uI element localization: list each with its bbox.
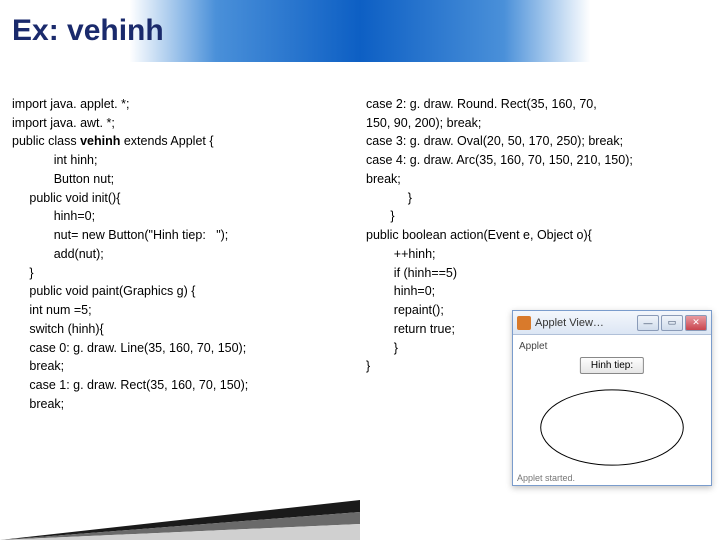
code-line: extends Applet { (124, 134, 214, 148)
code-line: repaint(); (394, 303, 444, 317)
code-line: switch (hinh){ (29, 322, 103, 336)
applet-title-text: Applet View… (535, 317, 604, 329)
code-class-name: vehinh (80, 134, 124, 148)
code-line: nut= new Button("Hinh tiep: "); (54, 228, 229, 242)
applet-body: Applet Hinh tiep: Applet started. (513, 335, 711, 485)
code-line: add(nut); (54, 247, 104, 261)
applet-status: Applet started. (517, 473, 575, 483)
code-line: import java. awt. *; (12, 116, 115, 130)
code-line: public boolean action(Event e, Object o)… (366, 228, 592, 242)
code-line: return true; (394, 322, 455, 336)
code-line: Button nut; (54, 172, 114, 186)
applet-viewer-window: Applet View… — ▭ ✕ Applet Hinh tiep: App… (512, 310, 712, 486)
applet-body-label: Applet (519, 341, 547, 352)
code-line: } (394, 341, 398, 355)
code-line: case 3: g. draw. Oval(20, 50, 170, 250);… (366, 134, 623, 148)
java-icon (517, 316, 531, 330)
code-line: if (hinh==5) (394, 266, 457, 280)
code-line: case 2: g. draw. Round. Rect(35, 160, 70… (366, 97, 597, 111)
code-line: break; (366, 172, 401, 186)
code-line: case 0: g. draw. Line(35, 160, 70, 150); (29, 341, 246, 355)
code-line: hinh=0; (394, 284, 435, 298)
code-line: int hinh; (54, 153, 98, 167)
code-line: case 1: g. draw. Rect(35, 160, 70, 150); (29, 378, 248, 392)
close-button[interactable]: ✕ (685, 315, 707, 331)
code-line: public void init(){ (29, 191, 120, 205)
code-line: import java. applet. *; (12, 97, 129, 111)
oval-shape (513, 383, 711, 472)
code-line: 150, 90, 200); break; (366, 116, 481, 130)
code-column-left: import java. applet. *; import java. awt… (12, 76, 352, 414)
maximize-button[interactable]: ▭ (661, 315, 683, 331)
applet-titlebar[interactable]: Applet View… — ▭ ✕ (513, 311, 711, 335)
code-line: int num =5; (29, 303, 91, 317)
window-buttons: — ▭ ✕ (637, 315, 707, 331)
code-line: break; (29, 397, 64, 411)
next-shape-button[interactable]: Hinh tiep: (580, 357, 644, 374)
code-line: } (408, 191, 412, 205)
code-line: case 4: g. draw. Arc(35, 160, 70, 150, 2… (366, 153, 633, 167)
slide-header: Ex: vehinh (0, 0, 720, 62)
code-line: } (390, 209, 394, 223)
code-line: break; (29, 359, 64, 373)
code-line: } (29, 266, 33, 280)
code-line: } (366, 359, 370, 373)
code-line: public class (12, 134, 80, 148)
code-line: hinh=0; (54, 209, 95, 223)
code-line: ++hinh; (394, 247, 436, 261)
code-line: public void paint(Graphics g) { (29, 284, 195, 298)
minimize-button[interactable]: — (637, 315, 659, 331)
slide-title: Ex: vehinh (12, 14, 164, 48)
decorative-stripe (0, 490, 360, 540)
